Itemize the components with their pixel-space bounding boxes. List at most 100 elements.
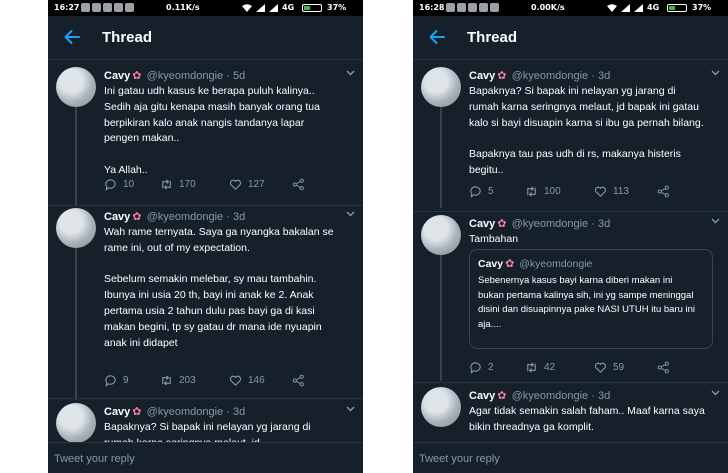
separator-dot: · [591, 390, 595, 402]
cherry-blossom-icon: ✿ [132, 211, 142, 223]
avatar[interactable] [421, 67, 461, 107]
quoted-user-handle: @kyeomdongie [519, 258, 593, 270]
tweet-text: Tambahan [469, 233, 519, 245]
chevron-down-icon[interactable] [346, 406, 355, 412]
chevron-down-icon[interactable] [711, 70, 720, 76]
notification-icons [446, 3, 499, 12]
like-count: 59 [613, 362, 625, 373]
share-icon [292, 374, 304, 387]
quoted-tweet[interactable]: Cavy ✿ @kyeomdongie Sebenernya kasus bayi… [469, 249, 713, 349]
display-name[interactable]: Cavy [104, 211, 130, 223]
tweet-header: Cavy ✿ @kyeomdongie · 3d [469, 69, 610, 82]
share-icon [657, 361, 669, 374]
reply-input[interactable] [419, 450, 669, 468]
retweet-button[interactable]: 203 [160, 374, 196, 387]
tweet-actions: 5 100 113 [469, 185, 699, 199]
tweet-time: 3d [597, 70, 611, 82]
battery-icon [667, 4, 687, 12]
display-name[interactable]: Cavy [469, 70, 495, 82]
share-button[interactable] [657, 185, 670, 198]
avatar[interactable] [421, 215, 461, 255]
reply-count: 9 [123, 375, 129, 386]
cherry-blossom-icon: ✿ [497, 390, 507, 402]
notification-icon [490, 3, 499, 12]
tweet-time: 3d [597, 390, 611, 402]
like-button[interactable]: 59 [594, 361, 624, 374]
share-button[interactable] [657, 361, 670, 374]
tweet-time: 3d [597, 218, 611, 230]
avatar[interactable] [56, 403, 96, 442]
retweet-icon [527, 362, 536, 373]
tweet-text: Bapaknya? Si bapak ini nelayan yg jarang… [469, 85, 704, 176]
reply-bar [48, 442, 363, 473]
notification-icons [81, 3, 134, 12]
tweet[interactable]: Cavy ✿ @kyeomdongie · 3d Agar tidak semak… [413, 387, 728, 442]
heart-icon [594, 362, 607, 373]
separator-dot: · [226, 211, 230, 223]
tweet[interactable]: Cavy ✿ @kyeomdongie · 3d Wah rame ternyat… [48, 208, 363, 394]
avatar[interactable] [56, 208, 96, 248]
retweet-button[interactable]: 170 [160, 178, 196, 191]
notification-icon [81, 3, 90, 12]
arrow-left-icon[interactable] [62, 27, 82, 47]
signal-icon [256, 3, 265, 12]
status-bar: 16:27 0.11K/s 4G 37% [48, 0, 363, 16]
notification-icon [92, 3, 101, 12]
tweet[interactable]: Cavy ✿ @kyeomdongie · 3d Bapaknya? Si bap… [413, 67, 728, 205]
chevron-down-icon[interactable] [346, 211, 355, 217]
notification-icon [468, 3, 477, 12]
notification-icon [457, 3, 466, 12]
display-name[interactable]: Cavy [469, 218, 495, 230]
page-title: Thread [467, 29, 518, 46]
reply-count: 5 [488, 186, 494, 197]
tweet[interactable]: Cavy ✿ @kyeomdongie · 5d Ini gatau udh ka… [48, 67, 363, 202]
tweet-text: Bapaknya? Si bapak ini nelayan yg jarang… [104, 421, 311, 442]
signal-icon [621, 3, 630, 12]
tweet[interactable]: Cavy ✿ @kyeomdongie · 3d Tambahan Cavy ✿ @… [413, 215, 728, 375]
user-handle: @kyeomdongie [511, 390, 589, 402]
reply-count: 2 [488, 362, 494, 373]
app-bar: Thread [48, 16, 363, 60]
network-type: 4G [282, 3, 295, 12]
display-name[interactable]: Cavy [469, 390, 495, 402]
separator-dot: · [226, 70, 230, 82]
share-button[interactable] [292, 374, 305, 387]
arrow-left-icon[interactable] [427, 27, 447, 47]
avatar[interactable] [421, 387, 461, 427]
thread-feed[interactable]: Cavy ✿ @kyeomdongie · 5d Ini gatau udh ka… [48, 61, 363, 442]
thread-feed[interactable]: Cavy ✿ @kyeomdongie · 3d Bapaknya? Si bap… [413, 61, 728, 442]
reply-button[interactable]: 10 [104, 178, 134, 191]
status-time: 16:27 [54, 3, 80, 12]
comment-icon [105, 179, 116, 191]
reply-button[interactable]: 9 [104, 374, 129, 387]
retweet-button[interactable]: 100 [525, 185, 561, 198]
chevron-down-icon[interactable] [711, 390, 720, 396]
heart-icon [229, 375, 242, 386]
display-name[interactable]: Cavy [104, 70, 130, 82]
retweet-button[interactable]: 42 [525, 361, 555, 374]
phone-screen-left: 16:27 0.11K/s 4G 37% Thread Cavy ✿ @kyeo… [48, 0, 363, 473]
separator-dot: · [591, 218, 595, 230]
chevron-down-icon[interactable] [711, 218, 720, 224]
tweet[interactable]: Cavy ✿ @kyeomdongie · 3d Bapaknya? Si bap… [48, 403, 363, 442]
reply-input[interactable] [54, 450, 304, 468]
tweet-time: 3d [232, 406, 246, 418]
chevron-down-icon[interactable] [346, 70, 355, 76]
like-count: 127 [248, 179, 265, 190]
tweet-text: Wah rame ternyata. Saya ga nyangka bakal… [104, 226, 334, 349]
like-button[interactable]: 127 [229, 178, 265, 191]
heart-icon [594, 186, 607, 197]
reply-count: 10 [123, 179, 135, 190]
display-name[interactable]: Cavy [104, 406, 130, 418]
user-handle: @kyeomdongie [511, 218, 589, 230]
tweet-header: Cavy ✿ @kyeomdongie · 3d [469, 217, 610, 230]
reply-button[interactable]: 2 [469, 361, 494, 374]
heart-icon [229, 179, 242, 190]
like-button[interactable]: 113 [594, 185, 629, 198]
reply-button[interactable]: 5 [469, 185, 494, 198]
like-button[interactable]: 146 [229, 374, 265, 387]
tweet-divider [413, 211, 728, 212]
avatar[interactable] [56, 67, 96, 107]
share-button[interactable] [292, 178, 305, 191]
app-bar: Thread [413, 16, 728, 60]
